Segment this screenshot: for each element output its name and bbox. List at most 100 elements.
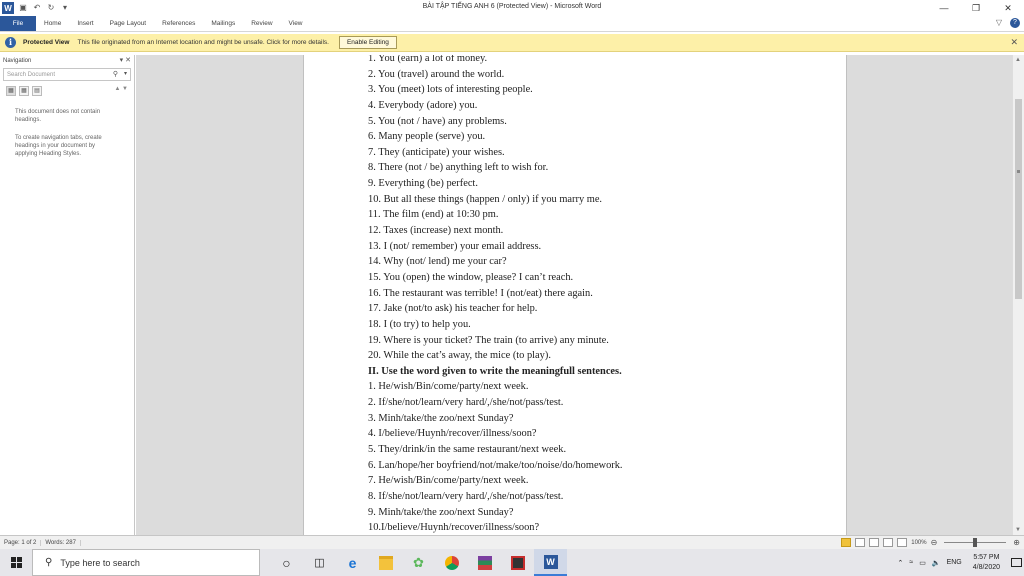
document-page[interactable]: 1. You (earn) a lot of money. 2. You (tra… (303, 55, 847, 535)
print-layout-icon[interactable] (855, 538, 866, 547)
tab-review[interactable]: Review (243, 20, 280, 27)
close-icon[interactable]: ✕ (1010, 37, 1018, 48)
nav-arrows-icon[interactable]: ▲ ▼ (114, 86, 128, 92)
file-explorer-icon[interactable] (369, 549, 402, 576)
word-count[interactable]: Words: 287 (41, 539, 81, 546)
task-view-icon[interactable]: ◫ (303, 549, 336, 576)
zoom-out-icon[interactable]: ⊖ (931, 538, 938, 547)
enable-editing-button[interactable]: Enable Editing (338, 36, 397, 49)
document-line: 15. You (open) the window, please? I can… (368, 271, 574, 283)
restore-button[interactable]: ❐ (960, 0, 992, 16)
navigation-header: Navigation ▾ ✕ (0, 55, 134, 66)
wifi-icon[interactable]: ≈ (906, 559, 916, 566)
web-layout-icon[interactable] (869, 538, 880, 547)
save-icon[interactable]: ▣ (18, 3, 28, 13)
cortana-icon[interactable]: ○ (270, 549, 303, 576)
search-icon: ⚲ (45, 557, 53, 568)
document-line: 11. The film (end) at 10:30 pm. (368, 209, 499, 221)
protected-view-bar: i Protected View This file originated fr… (0, 34, 1024, 52)
document-line: 13. I (not/ remember) your email address… (368, 240, 542, 252)
search-icon[interactable]: ⚲ (113, 70, 118, 78)
headings-tab-icon[interactable]: ▦ (6, 86, 16, 96)
taskbar-apps: ○ ◫ e ✿ W (270, 549, 567, 576)
help-icon[interactable]: ? (1010, 18, 1020, 28)
document-line: 8. If/she/not/learn/very hard/,/she/not/… (368, 490, 564, 502)
document-line: 20. While the cat’s away, the mice (to p… (368, 350, 551, 362)
battery-icon[interactable]: ▭ (916, 559, 929, 567)
chevron-down-icon[interactable]: ▾ (124, 70, 127, 77)
chrome-icon[interactable] (435, 549, 468, 576)
tab-home[interactable]: Home (36, 20, 69, 27)
pages-tab-icon[interactable]: ▦ (19, 86, 29, 96)
volume-icon[interactable]: 🔈 (929, 559, 944, 567)
clock[interactable]: 5:57 PM 4/8/2020 (965, 553, 1008, 573)
taskbar: ⚲ Type here to search ○ ◫ e ✿ W ⌃ ≈ ▭ 🔈 … (0, 549, 1024, 576)
document-line: 14. Why (not/ lend) me your car? (368, 256, 507, 268)
zoom-level[interactable]: 100% (911, 540, 926, 546)
app-green-icon[interactable]: ✿ (402, 549, 435, 576)
media-player-icon[interactable] (501, 549, 534, 576)
draft-icon[interactable] (897, 538, 908, 547)
scroll-up-icon[interactable]: ▲ (1015, 57, 1021, 63)
tab-mailings[interactable]: Mailings (203, 20, 243, 27)
document-line: 7. He/wish/Bin/come/party/next week. (368, 475, 529, 487)
minimize-button[interactable]: — (928, 0, 960, 16)
taskbar-search-placeholder: Type here to search (60, 557, 140, 568)
tab-insert[interactable]: Insert (69, 20, 101, 27)
page-count[interactable]: Page: 1 of 2 (0, 539, 42, 546)
document-area[interactable]: 1. You (earn) a lot of money. 2. You (tra… (136, 55, 1012, 535)
edge-icon[interactable]: e (336, 549, 369, 576)
clock-time: 5:57 PM (973, 553, 1000, 561)
document-line: 3. You (meet) lots of interesting people… (368, 84, 533, 96)
customize-qat-icon[interactable]: ▾ (60, 3, 70, 13)
clock-date: 4/8/2020 (972, 563, 1000, 571)
document-line: 17. Jake (not/to ask) his teacher for he… (368, 303, 538, 315)
navigation-pane: Navigation ▾ ✕ Search Document ⚲ ▾ ▦ ▦ ▤… (0, 55, 135, 535)
document-line: 1. You (earn) a lot of money. (368, 55, 488, 64)
navigation-tabs: ▦ ▦ ▤ ▲ ▼ (6, 86, 128, 96)
document-line: 10. But all these things (happen / only)… (368, 193, 603, 205)
scroll-thumb[interactable] (1015, 99, 1022, 299)
document-line: 4. Everybody (adore) you. (368, 99, 478, 111)
navigation-pane-controls[interactable]: ▾ ✕ (120, 56, 131, 64)
notification-icon[interactable] (1008, 549, 1024, 576)
tab-file[interactable]: File (0, 16, 36, 31)
document-line: 7. They (anticipate) your wishes. (368, 146, 505, 158)
language-indicator[interactable]: ENG (944, 559, 965, 566)
protected-view-title: Protected View (23, 39, 70, 46)
start-button[interactable] (0, 549, 32, 576)
document-line: 9. Everything (be) perfect. (368, 178, 478, 190)
redo-icon[interactable]: ↻ (46, 3, 56, 13)
section-heading: II. Use the word given to write the mean… (368, 365, 622, 377)
protected-view-message[interactable]: This file originated from an Internet lo… (77, 39, 328, 46)
window-controls: — ❐ ✕ (928, 0, 1024, 16)
document-line: 5. They/drink/in the same restaurant/nex… (368, 444, 567, 456)
undo-icon[interactable]: ↶ (32, 3, 42, 13)
system-tray: ⌃ ≈ ▭ 🔈 ENG 5:57 PM 4/8/2020 (895, 549, 1024, 576)
results-tab-icon[interactable]: ▤ (32, 86, 42, 96)
window-title: BÀI TẬP TIẾNG ANH 6 (Protected View) - M… (422, 3, 602, 10)
navigation-title: Navigation (3, 57, 32, 64)
scroll-down-icon[interactable]: ▼ (1015, 527, 1021, 533)
tab-references[interactable]: References (154, 20, 203, 27)
document-line: 5. You (not / have) any problems. (368, 115, 507, 127)
vertical-scrollbar[interactable]: ▲ ▼ (1012, 55, 1024, 535)
zoom-slider[interactable] (944, 538, 1007, 547)
word-logo-icon: W (2, 2, 14, 14)
zoom-in-icon[interactable]: ⊕ (1013, 538, 1020, 547)
title-bar: W ▣ ↶ ↻ ▾ BÀI TẬP TIẾNG ANH 6 (Protected… (0, 0, 1024, 16)
tab-view[interactable]: View (281, 20, 311, 27)
taskbar-search-box[interactable]: ⚲ Type here to search (32, 549, 260, 576)
close-button[interactable]: ✕ (992, 0, 1024, 16)
search-document-input[interactable]: Search Document ⚲ ▾ (3, 68, 131, 81)
document-line: 1. He/wish/Bin/come/party/next week. (368, 381, 529, 393)
winrar-books-icon[interactable] (468, 549, 501, 576)
read-mode-icon[interactable] (841, 538, 852, 547)
document-line: 6. Many people (serve) you. (368, 131, 486, 143)
tab-page-layout[interactable]: Page Layout (102, 20, 155, 27)
word-taskbar-icon[interactable]: W (534, 549, 567, 576)
outline-icon[interactable] (883, 538, 894, 547)
tray-up-icon[interactable]: ⌃ (895, 559, 907, 567)
zoom-slider-knob[interactable] (973, 538, 978, 547)
ribbon-collapse-icon[interactable]: ▽ (996, 18, 1002, 28)
